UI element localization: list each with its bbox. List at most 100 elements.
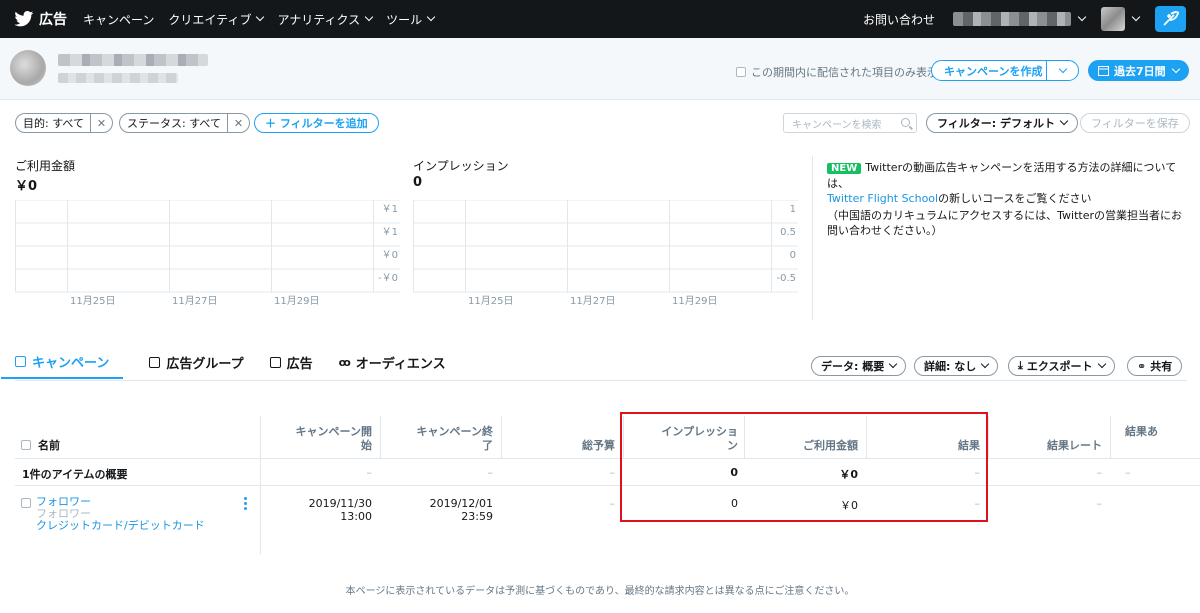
checkbox-icon[interactable] bbox=[21, 498, 31, 508]
tab-ad-groups-label: 広告グループ bbox=[166, 356, 244, 372]
table-row[interactable]: フォロワー フォロワー クレジットカード/デビットカード bbox=[21, 496, 205, 532]
end-header-line1: キャンペーン終 bbox=[416, 425, 493, 438]
account-handle-blurred bbox=[58, 73, 178, 83]
period-only-checkbox[interactable]: この期間内に配信された項目のみ表示 bbox=[736, 64, 938, 80]
close-icon[interactable]: ✕ bbox=[227, 114, 249, 132]
status-filter-pill[interactable]: ステータス: すべて ✕ bbox=[119, 113, 250, 133]
campaign-end-date: 2019/12/01 bbox=[429, 497, 493, 510]
data-view-dropdown[interactable]: データ: 概要 bbox=[811, 356, 907, 376]
campaign-payment-link[interactable]: クレジットカード/デビットカード bbox=[36, 520, 205, 532]
spend-metric-value: ￥0 bbox=[15, 179, 38, 194]
info-text-1b: の新しいコースをご覧ください bbox=[938, 192, 1092, 205]
chevron-down-icon bbox=[256, 12, 265, 22]
export-label: エクスポート bbox=[1026, 360, 1093, 373]
share-label: 共有 bbox=[1150, 360, 1173, 373]
nav-campaigns[interactable]: キャンペーン bbox=[83, 11, 154, 28]
contact-link[interactable]: お問い合わせ bbox=[863, 11, 935, 28]
detail-label: 詳細: なし bbox=[924, 360, 977, 373]
nav-tools[interactable]: ツール bbox=[386, 11, 436, 28]
impressions-chart-ytick-label: 0.5 bbox=[780, 227, 796, 238]
summary-divider bbox=[15, 485, 1200, 486]
flight-school-link[interactable]: Twitter Flight School bbox=[827, 192, 938, 205]
checkbox-icon[interactable] bbox=[736, 67, 746, 77]
detail-dropdown[interactable]: 詳細: なし bbox=[914, 356, 999, 376]
column-divider bbox=[380, 416, 381, 458]
end-header[interactable]: キャンペーン終 了 bbox=[403, 425, 493, 453]
select-all[interactable]: 名前 bbox=[21, 437, 60, 453]
column-divider bbox=[988, 416, 989, 458]
brand[interactable]: 広告 bbox=[14, 9, 83, 29]
campaign-icon bbox=[15, 355, 26, 367]
date-range-button[interactable]: 過去7日間 bbox=[1088, 60, 1189, 81]
new-badge: NEW bbox=[827, 163, 862, 174]
checkbox-icon[interactable] bbox=[21, 440, 31, 450]
impressions-metric-value: 0 bbox=[413, 175, 423, 190]
column-divider bbox=[1110, 416, 1111, 458]
more-options-icon[interactable] bbox=[244, 497, 247, 512]
account-name-blurred bbox=[58, 54, 208, 66]
summary-start: – bbox=[366, 466, 373, 479]
ad-icon bbox=[269, 356, 281, 368]
compose-button[interactable] bbox=[1155, 6, 1186, 32]
tab-audiences-label: オーディエンス bbox=[355, 356, 446, 372]
summary-end: – bbox=[487, 466, 494, 479]
tab-ads[interactable]: 広告 bbox=[269, 345, 313, 379]
export-dropdown[interactable]: ⤓ エクスポート bbox=[1008, 356, 1115, 376]
objective-filter-pill[interactable]: 目的: すべて ✕ bbox=[15, 113, 113, 133]
chevron-down-icon bbox=[426, 12, 436, 22]
create-campaign-dropdown[interactable] bbox=[1046, 60, 1079, 81]
objective-filter-label: 目的: すべて bbox=[23, 117, 84, 130]
nav-analytics-label: アナリティクス bbox=[277, 12, 361, 27]
result-rate-header[interactable]: 結果レート bbox=[1010, 439, 1102, 453]
link-icon: ⚭ bbox=[1137, 359, 1147, 373]
nav-creatives[interactable]: クリエイティブ bbox=[168, 11, 265, 28]
impressions-chart-ytick-label: 1 bbox=[790, 204, 796, 215]
chevron-down-icon bbox=[980, 359, 990, 369]
close-icon[interactable]: ✕ bbox=[90, 114, 112, 132]
date-range-label: 過去7日間 bbox=[1114, 64, 1166, 78]
chevron-down-icon[interactable] bbox=[1131, 12, 1141, 22]
nav-creatives-label: クリエイティブ bbox=[168, 12, 252, 27]
chevron-down-icon[interactable] bbox=[1077, 12, 1087, 22]
ad-group-icon bbox=[149, 356, 161, 368]
save-filter-button[interactable]: フィルターを保存 bbox=[1080, 113, 1190, 133]
campaign-start: 2019/11/30 13:00 bbox=[282, 497, 372, 523]
campaign-search-input[interactable]: キャンペーンを検索 bbox=[783, 113, 917, 133]
tab-campaigns[interactable]: キャンペーン bbox=[1, 345, 124, 379]
start-header-line2: 始 bbox=[361, 439, 372, 452]
create-campaign-button[interactable]: キャンペーンを作成 bbox=[931, 60, 1056, 81]
filter-preset-label: フィルター: デフォルト bbox=[937, 117, 1056, 130]
column-divider bbox=[501, 416, 502, 458]
filter-preset-dropdown[interactable]: フィルター: デフォルト bbox=[926, 113, 1079, 133]
result-more-header[interactable]: 結果あ bbox=[1125, 425, 1200, 439]
campaign-end: 2019/12/01 23:59 bbox=[403, 497, 493, 523]
impressions-chart-xtick-label: 11月25日 bbox=[468, 295, 513, 307]
account-switcher-blurred[interactable] bbox=[953, 12, 1071, 26]
budget-header[interactable]: 総予算 bbox=[523, 439, 615, 453]
campaign-result-rate: – bbox=[1096, 497, 1103, 510]
tab-campaigns-label: キャンペーン bbox=[32, 355, 110, 371]
tab-ads-label: 広告 bbox=[286, 356, 313, 372]
header-divider bbox=[15, 458, 1200, 459]
nav-analytics[interactable]: アナリティクス bbox=[277, 11, 374, 28]
summary-budget: – bbox=[609, 466, 616, 479]
chevron-down-icon bbox=[1097, 359, 1106, 369]
impressions-chart-xtick-label: 11月27日 bbox=[570, 295, 615, 307]
start-header[interactable]: キャンペーン開 始 bbox=[282, 425, 372, 453]
share-button[interactable]: ⚭ 共有 bbox=[1127, 356, 1183, 376]
tab-ad-groups[interactable]: 広告グループ bbox=[149, 345, 244, 379]
account-avatar bbox=[10, 50, 46, 86]
spend-chart-ytick-label: -￥0 bbox=[378, 273, 398, 284]
user-avatar[interactable] bbox=[1101, 7, 1125, 31]
add-filter-button[interactable]: ＋ フィルターを追加 bbox=[254, 113, 379, 133]
divider bbox=[812, 156, 813, 320]
campaign-end-time: 23:59 bbox=[461, 510, 493, 523]
entity-tabs: キャンペーン 広告グループ 広告 ꝏ オーディエンス bbox=[1, 345, 472, 381]
brand-label: 広告 bbox=[39, 12, 67, 28]
tab-audiences[interactable]: ꝏ オーディエンス bbox=[339, 345, 446, 379]
audience-icon: ꝏ bbox=[338, 355, 351, 369]
nav-right: お問い合わせ bbox=[863, 6, 1200, 32]
chevron-down-icon bbox=[1171, 64, 1180, 73]
impressions-chart-ytick-label: 0 bbox=[790, 250, 796, 261]
spend-chart-ytick-label: ￥0 bbox=[382, 250, 398, 261]
